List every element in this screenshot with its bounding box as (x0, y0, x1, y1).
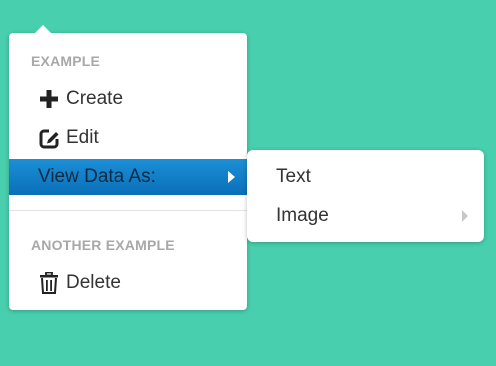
menu-pointer-arrow (35, 25, 51, 33)
menu-item-label: Create (66, 88, 124, 109)
submenu-item-image[interactable]: Image (247, 198, 484, 234)
menu-item-label: View Data As: (38, 166, 156, 187)
menu-item-create[interactable]: Create (9, 81, 247, 117)
submenu-view-data-as: Text Image (247, 150, 484, 242)
section-header-example: EXAMPLE (31, 53, 101, 69)
menu-item-edit[interactable]: Edit (9, 120, 247, 156)
menu-divider (9, 210, 247, 211)
trash-icon (38, 272, 60, 294)
menu-item-view-data-as[interactable]: View Data As: (9, 159, 247, 195)
section-header-another-example: ANOTHER EXAMPLE (31, 237, 175, 253)
submenu-arrow-icon (228, 171, 235, 183)
edit-icon (38, 127, 60, 149)
submenu-item-label: Image (276, 205, 329, 226)
menu-item-delete[interactable]: Delete (9, 265, 247, 301)
menu-item-label: Edit (66, 127, 99, 148)
submenu-item-text[interactable]: Text (247, 159, 484, 195)
submenu-arrow-icon (462, 210, 468, 222)
submenu-item-label: Text (276, 166, 311, 187)
plus-icon (38, 88, 60, 110)
context-menu: EXAMPLE Create Edit View Data As: ANOTHE… (9, 25, 247, 310)
menu-item-label: Delete (66, 272, 121, 293)
